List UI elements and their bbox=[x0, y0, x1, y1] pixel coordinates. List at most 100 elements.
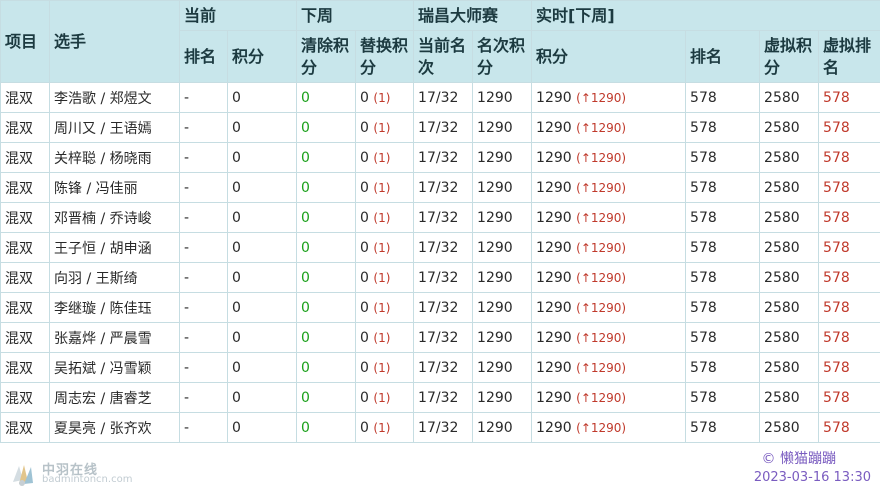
realtime-points-delta: (↑1290) bbox=[576, 210, 627, 225]
cell-round-points: 1290 bbox=[472, 202, 533, 233]
realtime-points-delta: (↑1290) bbox=[576, 420, 627, 435]
cell-rank: - bbox=[179, 292, 228, 323]
cell-realtime-points: 1290 (↑1290) bbox=[531, 292, 687, 323]
cell-players: 王子恒 / 胡申涵 bbox=[49, 232, 180, 263]
cell-players: 吴拓斌 / 冯雪颖 bbox=[49, 352, 180, 383]
cell-virtual-rank: 578 bbox=[818, 262, 880, 293]
table-row: 混双 张嘉烨 / 严晨雪 -0 0 0 (1) 17/32 1290 1290 (↑1290)… bbox=[0, 322, 880, 353]
cell-virtual-points: 2580 bbox=[759, 82, 820, 113]
cell-virtual-points: 2580 bbox=[759, 112, 820, 143]
table-row: 混双 周川又 / 王语嫣 -0 0 0 (1) 17/32 1290 1290 (↑1290)… bbox=[0, 112, 880, 143]
cell-realtime-rank: 578 bbox=[685, 382, 761, 413]
cell-virtual-rank: 578 bbox=[818, 382, 880, 413]
cell-event: 混双 bbox=[0, 142, 50, 173]
replace-points-value: 0 bbox=[360, 149, 369, 166]
cell-points: 0 bbox=[226, 232, 298, 263]
cell-points: 0 bbox=[226, 172, 298, 203]
cell-event: 混双 bbox=[0, 82, 50, 113]
footer: 中羽在线 badmintoncn.com © 懒猫蹦蹦 2023-03-16 1… bbox=[0, 444, 880, 494]
cell-current-round: 17/32 bbox=[413, 292, 474, 323]
cell-round-points: 1290 bbox=[472, 172, 533, 203]
realtime-points-value: 1290 bbox=[536, 89, 572, 106]
table-body: 混双 李浩歌 / 郑煜文 -0 0 0 (1) 17/32 1290 1290 (↑1290)… bbox=[0, 82, 880, 443]
cell-current-round: 17/32 bbox=[413, 352, 474, 383]
cell-realtime-rank: 578 bbox=[685, 352, 761, 383]
replace-count: (1) bbox=[373, 270, 391, 285]
cell-realtime-rank: 578 bbox=[685, 142, 761, 173]
cell-round-points: 1290 bbox=[472, 292, 533, 323]
replace-points-value: 0 bbox=[360, 329, 369, 346]
cell-clear-points: 0 bbox=[296, 232, 357, 263]
header-virtual-points: 虚拟积分 bbox=[759, 30, 820, 83]
realtime-points-delta: (↑1290) bbox=[576, 90, 627, 105]
cell-points: 0 bbox=[226, 412, 298, 443]
site-logo[interactable]: 中羽在线 badmintoncn.com bbox=[10, 458, 150, 488]
cell-current-round: 17/32 bbox=[413, 262, 474, 293]
cell-points: 0 bbox=[226, 382, 298, 413]
cell-virtual-points: 2580 bbox=[759, 322, 820, 353]
cell-current-round: 17/32 bbox=[413, 112, 474, 143]
cell-realtime-rank: 578 bbox=[685, 262, 761, 293]
cell-rank: - bbox=[179, 82, 228, 113]
realtime-points-value: 1290 bbox=[536, 179, 572, 196]
cell-rank: - bbox=[179, 382, 228, 413]
cell-players: 周川又 / 王语嫣 bbox=[49, 112, 180, 143]
realtime-points-delta: (↑1290) bbox=[576, 360, 627, 375]
cell-players: 向羽 / 王斯绮 bbox=[49, 262, 180, 293]
cell-replace-points: 0 (1) bbox=[355, 172, 415, 203]
header-group-next-week: 下周 bbox=[296, 0, 415, 31]
replace-points-value: 0 bbox=[360, 209, 369, 226]
table-header: 项目 选手 当前 下周 瑞昌大师赛 实时[下周] 排名 积分 清除积分 替换积分… bbox=[0, 0, 880, 83]
cell-rank: - bbox=[179, 142, 228, 173]
credit-text: © 懒猫蹦蹦 bbox=[761, 451, 836, 467]
cell-rank: - bbox=[179, 202, 228, 233]
cell-virtual-rank: 578 bbox=[818, 292, 880, 323]
cell-event: 混双 bbox=[0, 352, 50, 383]
cell-rank: - bbox=[179, 112, 228, 143]
replace-points-value: 0 bbox=[360, 389, 369, 406]
cell-realtime-rank: 578 bbox=[685, 232, 761, 263]
cell-clear-points: 0 bbox=[296, 82, 357, 113]
cell-realtime-points: 1290 (↑1290) bbox=[531, 412, 687, 443]
table-row: 混双 李继璇 / 陈佳珏 -0 0 0 (1) 17/32 1290 1290 (↑1290)… bbox=[0, 292, 880, 323]
realtime-points-delta: (↑1290) bbox=[576, 270, 627, 285]
cell-current-round: 17/32 bbox=[413, 172, 474, 203]
replace-points-value: 0 bbox=[360, 119, 369, 136]
cell-round-points: 1290 bbox=[472, 382, 533, 413]
cell-points: 0 bbox=[226, 292, 298, 323]
cell-realtime-points: 1290 (↑1290) bbox=[531, 352, 687, 383]
cell-points: 0 bbox=[226, 142, 298, 173]
table-row: 混双 邓晋楠 / 乔诗峻 -0 0 0 (1) 17/32 1290 1290 (↑1290)… bbox=[0, 202, 880, 233]
replace-count: (1) bbox=[373, 180, 391, 195]
realtime-points-value: 1290 bbox=[536, 419, 572, 436]
cell-rank: - bbox=[179, 352, 228, 383]
cell-clear-points: 0 bbox=[296, 292, 357, 323]
logo-url: badmintoncn.com bbox=[42, 474, 133, 485]
replace-points-value: 0 bbox=[360, 179, 369, 196]
replace-points-value: 0 bbox=[360, 89, 369, 106]
replace-count: (1) bbox=[373, 360, 391, 375]
replace-count: (1) bbox=[373, 420, 391, 435]
cell-replace-points: 0 (1) bbox=[355, 352, 415, 383]
cell-players: 李浩歌 / 郑煜文 bbox=[49, 82, 180, 113]
cell-players: 周志宏 / 唐睿芝 bbox=[49, 382, 180, 413]
cell-realtime-points: 1290 (↑1290) bbox=[531, 202, 687, 233]
cell-virtual-points: 2580 bbox=[759, 232, 820, 263]
realtime-points-value: 1290 bbox=[536, 119, 572, 136]
cell-current-round: 17/32 bbox=[413, 82, 474, 113]
cell-virtual-points: 2580 bbox=[759, 412, 820, 443]
cell-realtime-points: 1290 (↑1290) bbox=[531, 262, 687, 293]
cell-realtime-rank: 578 bbox=[685, 412, 761, 443]
realtime-points-value: 1290 bbox=[536, 239, 572, 256]
realtime-points-value: 1290 bbox=[536, 209, 572, 226]
cell-realtime-points: 1290 (↑1290) bbox=[531, 382, 687, 413]
cell-event: 混双 bbox=[0, 412, 50, 443]
cell-rank: - bbox=[179, 322, 228, 353]
cell-replace-points: 0 (1) bbox=[355, 142, 415, 173]
cell-realtime-rank: 578 bbox=[685, 112, 761, 143]
cell-virtual-points: 2580 bbox=[759, 352, 820, 383]
cell-rank: - bbox=[179, 172, 228, 203]
cell-virtual-rank: 578 bbox=[818, 142, 880, 173]
header-group-realtime: 实时[下周] bbox=[531, 0, 880, 31]
cell-clear-points: 0 bbox=[296, 172, 357, 203]
